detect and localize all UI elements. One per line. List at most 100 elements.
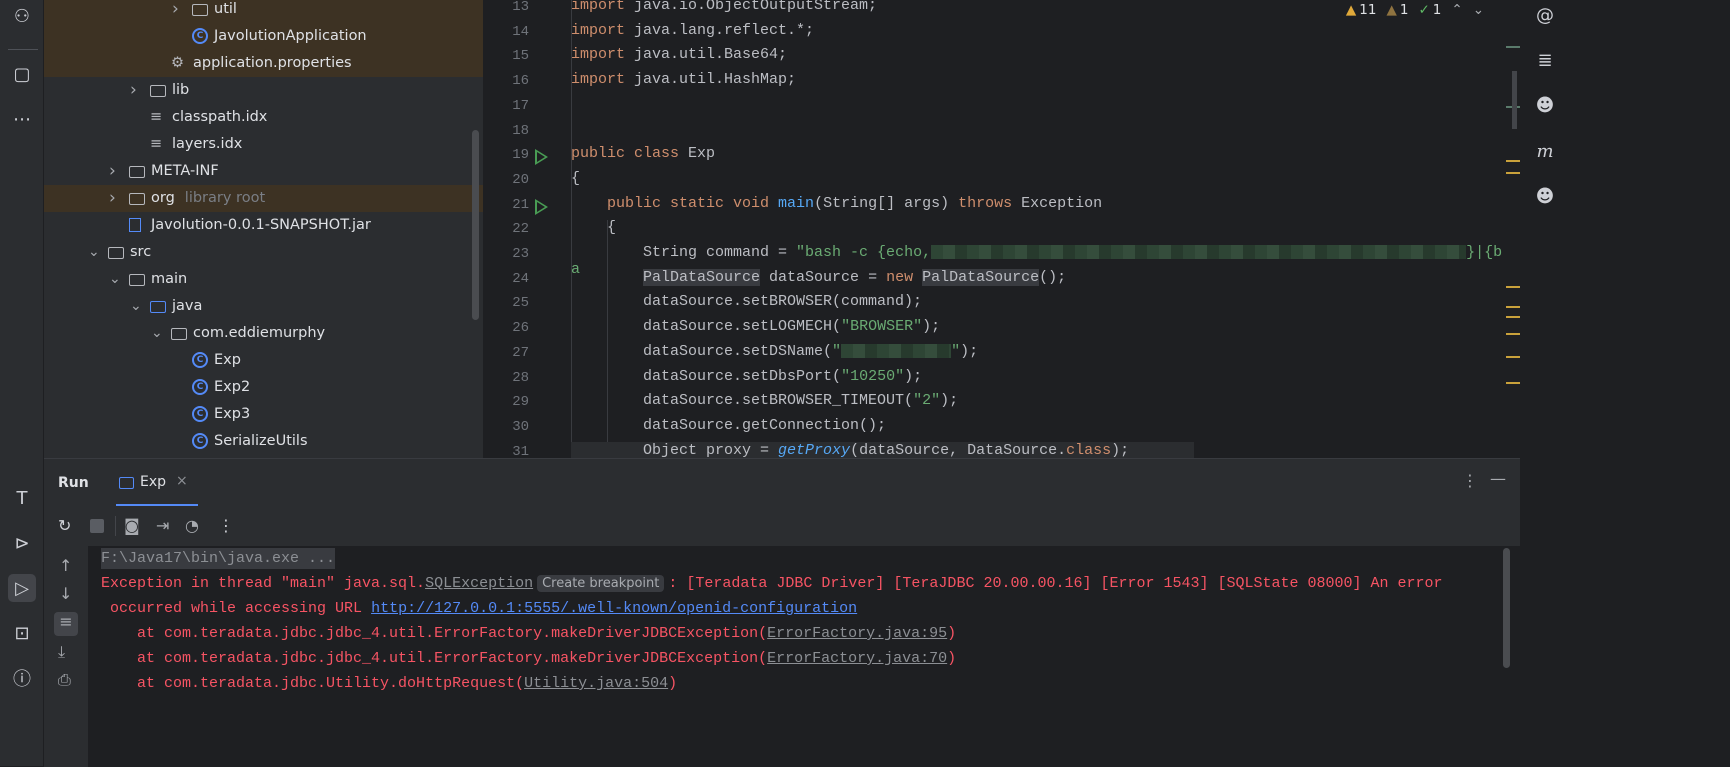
terminal-icon[interactable]: ⊡ bbox=[8, 619, 36, 647]
close-icon[interactable]: × bbox=[176, 473, 188, 489]
tree-item[interactable]: ≡ classpath.idx bbox=[44, 104, 483, 131]
line-number: 16 bbox=[512, 73, 529, 90]
tree-item[interactable]: › META-INF bbox=[44, 158, 483, 185]
scroll-to-end-icon[interactable]: ⤓ bbox=[58, 642, 65, 662]
import-icon[interactable]: ⇥ bbox=[156, 516, 169, 535]
left-tool-strip: ⚇ ▢ ⋯ T ⊳ ▷ ⊡ ⓘ bbox=[0, 0, 44, 766]
editor-scrollbar[interactable] bbox=[1512, 71, 1517, 129]
tree-item[interactable]: › org library root bbox=[44, 185, 483, 212]
warning-marker[interactable] bbox=[1506, 356, 1520, 358]
code-token: "BROWSER" bbox=[841, 318, 923, 336]
chevron-down-icon[interactable]: ⌄ bbox=[88, 239, 100, 266]
chevron-down-icon[interactable]: ⌄ bbox=[109, 266, 121, 293]
tree-scrollbar[interactable] bbox=[472, 130, 479, 320]
weak-warnings-count[interactable]: ▲ 1 bbox=[1386, 2, 1408, 18]
more-icon[interactable]: ⋯ bbox=[8, 105, 36, 133]
warning-marker[interactable] bbox=[1506, 160, 1520, 162]
tree-item[interactable]: ⚙ application.properties bbox=[44, 50, 483, 77]
console-link[interactable]: http://127.0.0.1:5555/.well-known/openid… bbox=[371, 600, 857, 617]
minimize-icon[interactable]: — bbox=[1490, 469, 1506, 488]
profiler-icon[interactable]: ◔ bbox=[185, 516, 199, 535]
source-link[interactable]: ErrorFactory.java:70 bbox=[767, 650, 947, 667]
warning-marker[interactable] bbox=[1506, 172, 1520, 174]
tree-item[interactable]: C Exp2 bbox=[44, 374, 483, 401]
ai-assistant-icon[interactable]: @ bbox=[1533, 4, 1557, 28]
tree-item[interactable]: ⌄ main bbox=[44, 266, 483, 293]
stop-icon[interactable] bbox=[90, 519, 104, 533]
tree-item-label: src bbox=[130, 244, 152, 260]
chevron-down-icon[interactable]: ⌄ bbox=[1473, 2, 1484, 18]
more-icon[interactable]: ⋮ bbox=[218, 516, 234, 535]
console-output[interactable]: F:\Java17\bin\java.exe ... Exception in t… bbox=[88, 546, 1520, 767]
chevron-right-icon[interactable]: › bbox=[109, 185, 116, 212]
problems-icon[interactable]: ⓘ bbox=[8, 664, 36, 692]
source-link[interactable]: Utility.java:504 bbox=[524, 675, 668, 692]
chevron-down-icon[interactable]: ⌄ bbox=[151, 320, 163, 347]
tab-exp[interactable]: Exp × bbox=[116, 467, 198, 506]
arrow-down-icon[interactable]: ↓ bbox=[59, 584, 72, 603]
code-line: public class Exp bbox=[571, 145, 1511, 162]
copilot-chat-icon[interactable]: ☻ bbox=[1533, 185, 1557, 209]
structure-icon[interactable]: ▢ bbox=[8, 60, 36, 88]
code-line: { bbox=[571, 170, 1511, 187]
tree-item[interactable]: C JavolutionApplication bbox=[44, 23, 483, 50]
tree-item-label: Javolution-0.0.1-SNAPSHOT.jar bbox=[151, 217, 371, 233]
code-token: PalDataSource bbox=[643, 268, 761, 286]
weak-warning-icon: ▲ bbox=[1386, 2, 1397, 18]
warning-marker[interactable] bbox=[1506, 316, 1520, 318]
tree-item[interactable]: Javolution-0.0.1-SNAPSHOT.jar bbox=[44, 212, 483, 239]
chevron-up-icon[interactable]: ⌃ bbox=[1451, 2, 1462, 18]
source-link[interactable]: ErrorFactory.java:95 bbox=[767, 625, 947, 642]
chevron-right-icon[interactable]: › bbox=[172, 0, 179, 23]
camera-icon[interactable]: ◙ bbox=[124, 516, 140, 535]
tree-item[interactable]: ≡ layers.idx bbox=[44, 131, 483, 158]
tree-item[interactable]: C Exp3 bbox=[44, 401, 483, 428]
print-icon[interactable]: ⎙ bbox=[58, 670, 71, 690]
warning-marker[interactable] bbox=[1506, 306, 1520, 308]
typos-count[interactable]: ✓ 1 bbox=[1418, 2, 1441, 18]
copilot-icon[interactable]: ☻ bbox=[1533, 94, 1557, 118]
code-editor[interactable]: 13 import java.io.ObjectOutputStream; 14 im… bbox=[483, 0, 1520, 460]
class-icon: C bbox=[192, 433, 208, 449]
chevron-down-icon[interactable]: ⌄ bbox=[130, 293, 142, 320]
line-number: 19 bbox=[512, 147, 529, 164]
build-icon[interactable]: T bbox=[8, 484, 36, 512]
rerun-icon[interactable]: ↻ bbox=[58, 516, 71, 535]
tree-item[interactable]: › lib bbox=[44, 77, 483, 104]
tree-item[interactable]: ⌄ com.eddiemurphy bbox=[44, 320, 483, 347]
inspection-widget[interactable]: ▲ 11 ▲ 1 ✓ 1 ⌃ ⌄ bbox=[1346, 0, 1484, 20]
code-token: String command = bbox=[571, 244, 797, 261]
code-token: " bbox=[832, 342, 842, 360]
maven-icon[interactable]: m bbox=[1533, 140, 1557, 164]
services-icon[interactable]: ⊳ bbox=[8, 529, 36, 557]
tree-item[interactable]: C Exp bbox=[44, 347, 483, 374]
tree-item[interactable]: C SerializeUtils bbox=[44, 428, 483, 455]
code-token: import bbox=[571, 71, 635, 89]
soft-wrap-icon[interactable]: ≡ bbox=[54, 612, 78, 636]
plugins-help-icon[interactable]: ⚇ bbox=[8, 2, 36, 30]
run-icon[interactable]: ▷ bbox=[8, 574, 36, 602]
warnings-count[interactable]: ▲ 11 bbox=[1346, 2, 1377, 18]
warning-marker[interactable] bbox=[1506, 333, 1520, 335]
code-token: main bbox=[778, 194, 815, 212]
create-breakpoint-hint[interactable]: Create breakpoint bbox=[537, 575, 665, 592]
run-gutter-icon[interactable] bbox=[535, 198, 548, 215]
database-icon[interactable]: ≣ bbox=[1533, 49, 1557, 73]
warning-marker[interactable] bbox=[1506, 286, 1520, 288]
chevron-right-icon[interactable]: › bbox=[130, 77, 137, 104]
chevron-right-icon[interactable]: › bbox=[109, 158, 116, 185]
tree-item[interactable]: ⌄ java bbox=[44, 293, 483, 320]
change-marker[interactable] bbox=[1506, 46, 1520, 48]
tree-item[interactable]: ⌄ src bbox=[44, 239, 483, 266]
right-tool-strip: @ ≣ ☻ m ☻ bbox=[1520, 0, 1730, 766]
arrow-up-icon[interactable]: ↑ bbox=[59, 556, 72, 575]
run-gutter-icon[interactable] bbox=[535, 149, 548, 166]
code-token: import bbox=[571, 46, 635, 64]
source-link[interactable]: SQLException bbox=[425, 575, 533, 592]
code-token: java.lang.reflect.*; bbox=[634, 21, 815, 39]
console-scrollbar[interactable] bbox=[1503, 548, 1510, 668]
warning-marker[interactable] bbox=[1506, 382, 1520, 384]
tree-item[interactable]: › util bbox=[44, 0, 483, 23]
options-icon[interactable]: ⋮ bbox=[1462, 471, 1478, 490]
line-number: 26 bbox=[512, 320, 529, 337]
